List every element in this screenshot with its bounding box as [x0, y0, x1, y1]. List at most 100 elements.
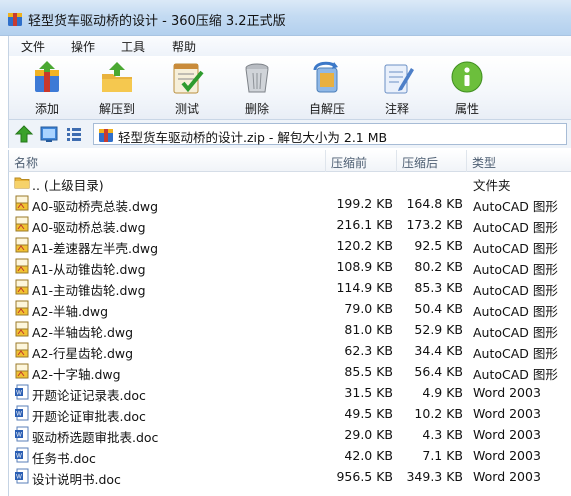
compressed-size: 29.0 KB: [344, 427, 393, 442]
word-document-icon: W: [15, 468, 29, 484]
column-type[interactable]: 类型: [472, 154, 496, 171]
file-row[interactable]: A2-十字轴.dwg 85.5 KB 56.4 KB AutoCAD 图形: [9, 361, 571, 382]
file-row[interactable]: A0-驱动桥壳总装.dwg 199.2 KB 164.8 KB AutoCAD 图形: [9, 193, 571, 214]
original-size: 7.1 KB: [422, 448, 463, 463]
original-size: 349.3 KB: [406, 469, 463, 484]
svg-text:W: W: [16, 412, 22, 418]
test-label: 测试: [174, 102, 199, 116]
add-label: 添加: [34, 102, 59, 116]
file-type: AutoCAD 图形: [473, 220, 558, 235]
menu-help[interactable]: 帮助: [168, 37, 200, 56]
compressed-size: 62.3 KB: [344, 343, 393, 358]
original-size: 52.9 KB: [414, 322, 463, 337]
archive-app-icon: [8, 13, 22, 26]
window-title: 轻型货车驱动桥的设计 - 360压缩 3.2正式版: [28, 14, 286, 29]
file-type: Word 2003: [473, 469, 541, 484]
file-row[interactable]: A1-差速器左半壳.dwg 120.2 KB 92.5 KB AutoCAD 图形: [9, 235, 571, 256]
column-original[interactable]: 压缩后: [402, 154, 438, 171]
original-size: 80.2 KB: [414, 259, 463, 274]
compressed-size: 956.5 KB: [336, 469, 393, 484]
column-name[interactable]: 名称: [14, 154, 38, 171]
comment-icon: [384, 64, 414, 94]
file-name: A1-主动锥齿轮.dwg: [32, 283, 146, 298]
compressed-size: 79.0 KB: [344, 301, 393, 316]
column-divider[interactable]: [466, 150, 467, 172]
file-row[interactable]: W 开题论证审批表.doc 49.5 KB 10.2 KB Word 2003: [9, 403, 571, 424]
original-size: 92.5 KB: [414, 238, 463, 253]
file-type: AutoCAD 图形: [473, 367, 558, 382]
file-list[interactable]: .. (上级目录) 文件夹 A0-驱动桥壳总装.dwg 199.2 KB 164.8 K…: [8, 172, 571, 496]
info-icon: [451, 61, 483, 93]
file-row[interactable]: A1-从动锥齿轮.dwg 108.9 KB 80.2 KB AutoCAD 图形: [9, 256, 571, 277]
file-name: A1-差速器左半壳.dwg: [32, 241, 159, 256]
file-name: 任务书.doc: [32, 451, 96, 466]
word-document-icon: W: [15, 405, 29, 421]
menu-file[interactable]: 文件: [17, 37, 49, 56]
file-type: AutoCAD 图形: [473, 325, 558, 340]
file-type: AutoCAD 图形: [473, 304, 558, 319]
thumbnail-view-icon[interactable]: [39, 124, 59, 144]
original-size: 10.2 KB: [414, 406, 463, 421]
file-row[interactable]: .. (上级目录) 文件夹: [9, 172, 571, 193]
svg-text:W: W: [16, 454, 22, 460]
file-name: A2-半轴.dwg: [32, 304, 109, 319]
menu-tools[interactable]: 工具: [117, 37, 149, 56]
properties-label: 属性: [454, 102, 479, 116]
column-header: 名称 压缩前 压缩后 类型: [8, 150, 571, 172]
file-row[interactable]: A2-半轴.dwg 79.0 KB 50.4 KB AutoCAD 图形: [9, 298, 571, 319]
menu-operation[interactable]: 操作: [67, 37, 99, 56]
word-document-icon: W: [15, 384, 29, 400]
file-name: A1-从动锥齿轮.dwg: [32, 262, 146, 277]
file-row[interactable]: W 任务书.doc 42.0 KB 7.1 KB Word 2003: [9, 445, 571, 466]
original-size: 85.3 KB: [414, 280, 463, 295]
word-document-icon: W: [15, 447, 29, 463]
file-type: AutoCAD 图形: [473, 346, 558, 361]
up-arrow-icon[interactable]: [14, 124, 34, 144]
extract-label: 解压到: [98, 102, 135, 116]
compressed-size: 85.5 KB: [344, 364, 393, 379]
original-size: 34.4 KB: [414, 343, 463, 358]
self-extract-icon: [313, 61, 338, 93]
delete-button[interactable]: 删除: [227, 58, 287, 118]
extract-button[interactable]: 解压到: [87, 58, 147, 118]
file-type: AutoCAD 图形: [473, 241, 558, 256]
file-name: 设计说明书.doc: [32, 472, 121, 487]
add-archive-icon: [35, 61, 59, 92]
file-row[interactable]: A2-半轴齿轮.dwg 81.0 KB 52.9 KB AutoCAD 图形: [9, 319, 571, 340]
file-name: .. (上级目录): [32, 178, 104, 193]
original-size: 164.8 KB: [406, 196, 463, 211]
file-row[interactable]: A1-主动锥齿轮.dwg 114.9 KB 85.3 KB AutoCAD 图形: [9, 277, 571, 298]
delete-icon: [245, 63, 269, 93]
file-row[interactable]: A2-行星齿轮.dwg 62.3 KB 34.4 KB AutoCAD 图形: [9, 340, 571, 361]
self-extract-label: 自解压: [308, 102, 345, 116]
add-button[interactable]: 添加: [17, 58, 77, 118]
column-divider[interactable]: [396, 150, 397, 172]
test-button[interactable]: 测试: [157, 58, 217, 118]
file-name: A2-行星齿轮.dwg: [32, 346, 134, 361]
autocad-file-icon: [15, 195, 29, 211]
file-name: A0-驱动桥壳总装.dwg: [32, 199, 159, 214]
file-row[interactable]: W 驱动桥选题审批表.doc 29.0 KB 4.3 KB Word 2003: [9, 424, 571, 445]
file-row[interactable]: A0-驱动桥总装.dwg 216.1 KB 173.2 KB AutoCAD 图形: [9, 214, 571, 235]
comment-button[interactable]: 注释: [367, 58, 427, 118]
file-type: Word 2003: [473, 385, 541, 400]
autocad-file-icon: [15, 216, 29, 232]
original-size: 4.3 KB: [422, 427, 463, 442]
properties-button[interactable]: 属性: [437, 58, 497, 118]
file-row[interactable]: W 设计说明书.doc 956.5 KB 349.3 KB Word 2003: [9, 466, 571, 487]
autocad-file-icon: [15, 363, 29, 379]
compressed-size: 81.0 KB: [344, 322, 393, 337]
file-row[interactable]: W 开题论证记录表.doc 31.5 KB 4.9 KB Word 2003: [9, 382, 571, 403]
list-view-icon[interactable]: [64, 124, 84, 144]
compressed-size: 31.5 KB: [344, 385, 393, 400]
archive-icon: [99, 129, 113, 142]
path-field[interactable]: 轻型货车驱动桥的设计.zip - 解包大小为 2.1 MB: [93, 123, 567, 145]
original-size: 50.4 KB: [414, 301, 463, 316]
compressed-size: 199.2 KB: [336, 196, 393, 211]
autocad-file-icon: [15, 237, 29, 253]
column-divider[interactable]: [325, 150, 326, 172]
file-name: A2-十字轴.dwg: [32, 367, 121, 382]
svg-text:W: W: [16, 475, 22, 481]
column-compressed[interactable]: 压缩前: [331, 154, 367, 171]
self-extract-button[interactable]: 自解压: [297, 58, 357, 118]
